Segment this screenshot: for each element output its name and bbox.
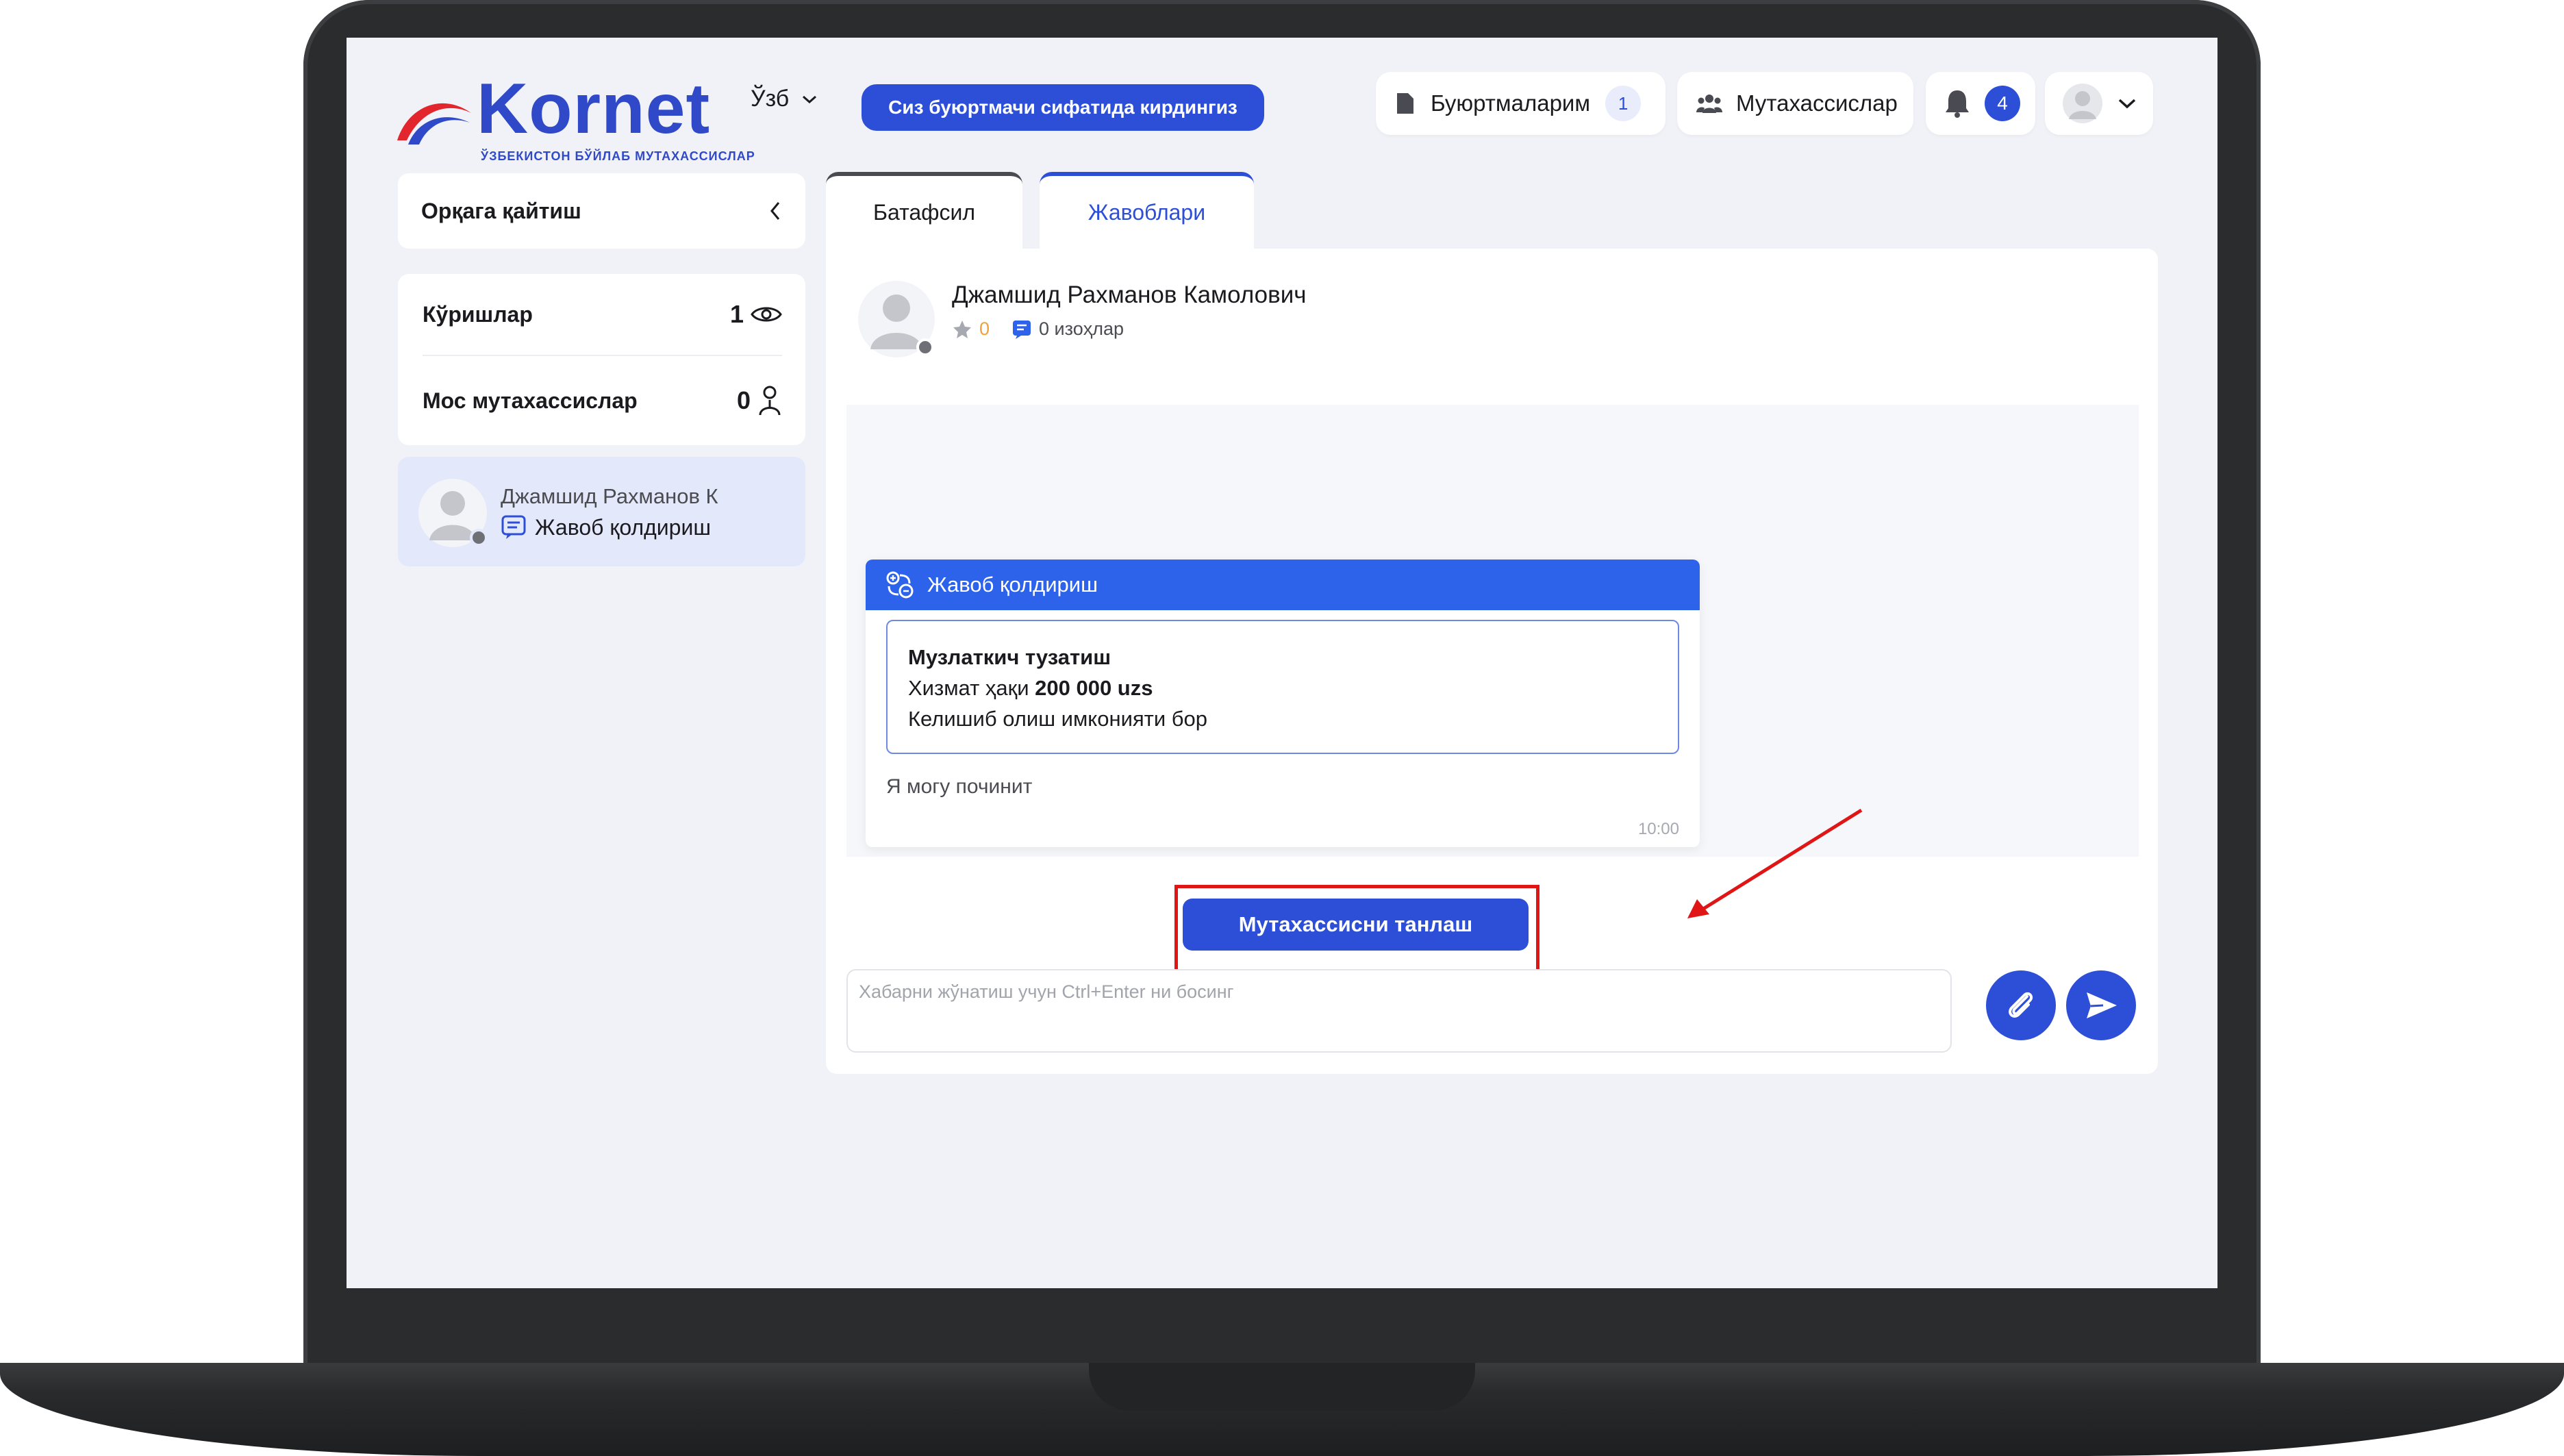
comment-icon (1013, 320, 1031, 339)
chat-list-item[interactable]: Джамшид Рахманов К Жавоб қолдириш (398, 457, 805, 566)
choose-specialist-button[interactable]: Мутахассисни танлаш (1183, 899, 1529, 951)
paperclip-icon (2009, 992, 2033, 1018)
chevron-down-icon (2118, 99, 2136, 109)
specialists-button[interactable]: Мутахассислар (1677, 72, 1913, 135)
language-selector[interactable]: Ўзб (751, 86, 818, 112)
attach-button[interactable] (1986, 970, 2056, 1040)
contact-name: Джамшид Рахманов Камолович (952, 281, 1307, 308)
message-time: 10:00 (1637, 820, 1679, 838)
reply-exchange-icon (886, 571, 914, 599)
client-mode-badge[interactable]: Сиз буюртмачи сифатида кирдингиз (862, 84, 1264, 131)
logo-wordmark: Kornet (477, 69, 711, 149)
offer-title: Музлаткич тузатиш (908, 645, 1111, 669)
reply-message-header: Жавоб қолдириш (866, 560, 1700, 610)
document-icon (1397, 93, 1413, 114)
users-icon (1696, 95, 1722, 113)
notifications-count-badge: 4 (1985, 86, 2020, 121)
logo-subtitle: ЎЗБЕКИСТОН БЎЙЛАБ МУТАХАССИСЛАР (481, 149, 755, 163)
back-label: Орқага қайтиш (421, 198, 581, 223)
notifications-button[interactable]: 4 (1926, 72, 2035, 135)
chat-item-name: Джамшид Рахманов К (501, 484, 718, 508)
matching-specialists-row: Мос мутахассислар 0 (423, 360, 782, 442)
my-orders-label: Буюртмаларим (1431, 90, 1591, 116)
laptop-notch (1089, 1363, 1475, 1411)
send-icon (2087, 992, 2117, 1018)
avatar (418, 479, 488, 547)
offer-contract-note: Келишиб олиш имконияти бор (908, 707, 1208, 731)
app-screen: Kornet ЎЗБЕКИСТОН БЎЙЛАБ МУТАХАССИСЛАР Ў… (347, 38, 2217, 1288)
message-text: Я могу починит (886, 775, 1033, 798)
offer-price-value: 200 000 uzs (1035, 676, 1153, 700)
message-input[interactable] (846, 969, 1952, 1053)
logo-swoosh-icon (397, 103, 471, 145)
chat-item-subtitle: Жавоб қолдириш (501, 514, 711, 540)
bell-icon (1946, 90, 1969, 118)
chevron-left-icon (770, 202, 780, 220)
chevron-down-icon (803, 95, 817, 103)
reply-message-title: Жавоб қолдириш (927, 573, 1098, 597)
views-count: 1 (729, 300, 744, 328)
offer-price: Хизмат ҳақи 200 000 uzs (908, 673, 1657, 703)
my-orders-button[interactable]: Буюртмаларим 1 (1376, 72, 1666, 135)
matching-specialists-label: Мос мутахассислар (423, 388, 638, 413)
reply-message-card: Жавоб қолдириш Музлаткич тузатиш Хизмат … (866, 560, 1700, 847)
send-button[interactable] (2066, 970, 2136, 1040)
language-label: Ўзб (751, 86, 790, 112)
star-icon (953, 320, 971, 338)
back-button[interactable]: Орқага қайтиш (398, 173, 805, 249)
views-row: Кўришлар 1 (423, 274, 782, 356)
stats-card: Кўришлар 1 Мос мутахассислар 0 (398, 274, 805, 445)
matching-specialists-count: 0 (736, 386, 751, 414)
views-label: Кўришлар (423, 301, 533, 327)
tab-replies[interactable]: Жавоблари (1040, 172, 1254, 249)
kornet-logo[interactable]: Kornet ЎЗБЕКИСТОН БЎЙЛАБ МУТАХАССИСЛАР (394, 68, 755, 171)
offer-price-label: Хизмат ҳақи (908, 676, 1035, 700)
person-icon (759, 386, 781, 416)
offer-box: Музлаткич тузатиш Хизмат ҳақи 200 000 uz… (886, 620, 1679, 754)
comments-count: 0 изоҳлар (1039, 318, 1124, 339)
chat-item-subtitle-text: Жавоб қолдириш (535, 514, 712, 540)
rating-value: 0 (979, 318, 990, 339)
contact-meta: 0 0 изоҳлар (952, 318, 1124, 340)
profile-menu-button[interactable] (2045, 72, 2153, 135)
tab-details[interactable]: Батафсил (826, 172, 1022, 249)
specialists-label: Мутахассислар (1736, 90, 1898, 116)
avatar (858, 281, 935, 357)
orders-count-badge: 1 (1605, 86, 1642, 121)
avatar (2063, 84, 2102, 123)
message-icon (501, 515, 526, 539)
eye-icon (751, 307, 782, 322)
